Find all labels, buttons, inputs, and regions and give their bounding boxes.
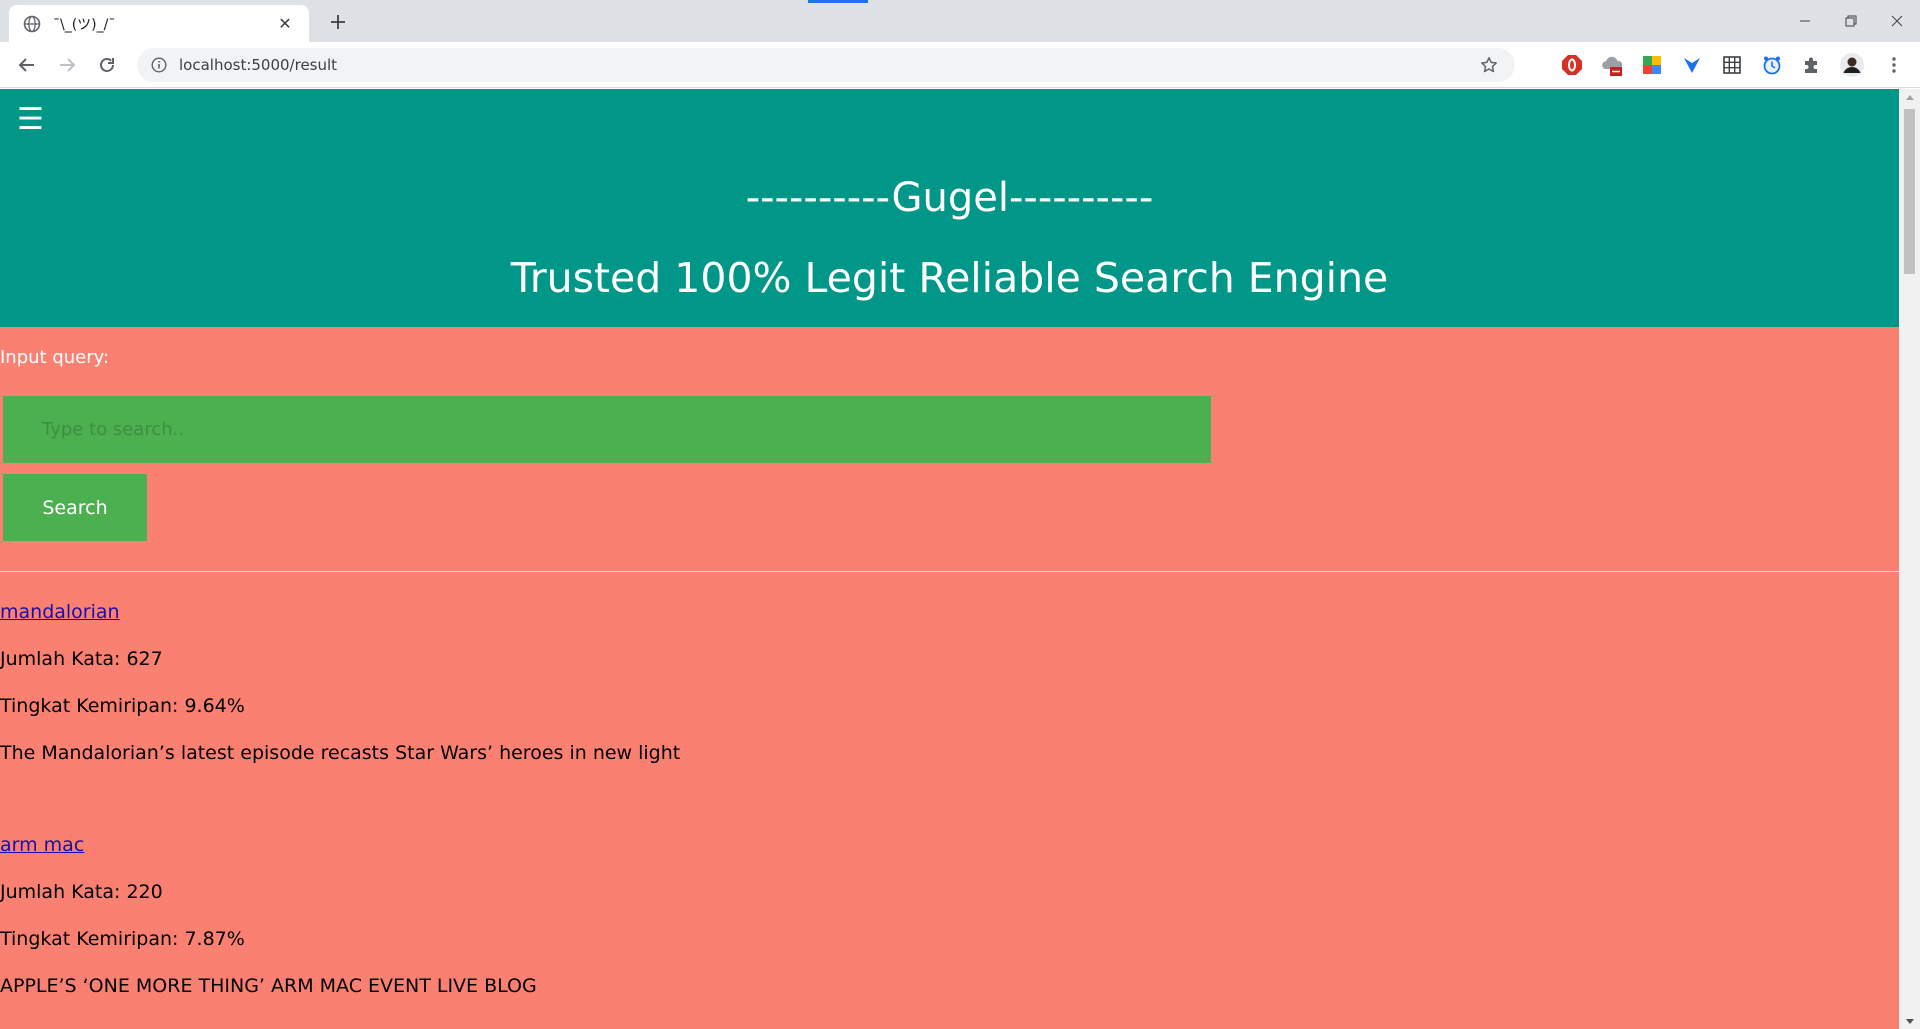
reload-icon <box>100 58 114 72</box>
colorful-extension-icon[interactable] <box>1640 53 1664 77</box>
result-item: mandalorian Jumlah Kata: 627 Tingkat Kem… <box>0 601 1899 834</box>
tab-strip: ¯\_(ツ)_/¯ ✕ <box>0 0 1920 42</box>
close-icon <box>1891 15 1903 27</box>
scroll-thumb[interactable] <box>1904 109 1915 274</box>
scroll-up-arrow-icon[interactable] <box>1899 89 1920 105</box>
reload-button[interactable] <box>93 51 121 79</box>
site-subtitle: Trusted 100% Legit Reliable Search Engin… <box>510 254 1389 302</box>
url-text[interactable]: localhost:5000/result <box>179 56 1477 74</box>
minimize-button[interactable] <box>1782 0 1828 42</box>
result-title-link[interactable]: arm mac <box>0 834 1899 881</box>
result-word-count: Jumlah Kata: 627 <box>0 648 163 670</box>
site-header: ☰ ----------Gugel---------- Trusted 100%… <box>0 89 1899 327</box>
scroll-down-arrow-icon[interactable] <box>1899 1013 1920 1029</box>
restore-icon <box>1845 15 1857 27</box>
opera-stop-icon[interactable] <box>1560 53 1584 77</box>
query-label: Input query: <box>0 347 110 368</box>
result-title-link[interactable]: mandalorian <box>0 601 1899 648</box>
search-button[interactable]: Search <box>3 474 147 541</box>
hamburger-menu-icon[interactable]: ☰ <box>17 105 44 135</box>
result-snippet: APPLE’S ‘ONE MORE THING’ ARM MAC EVENT L… <box>0 975 537 997</box>
puzzle-icon[interactable] <box>1800 53 1824 77</box>
result-snippet: The Mandalorian’s latest episode recasts… <box>0 742 681 764</box>
new-tab-button[interactable] <box>324 8 352 36</box>
globe-icon <box>23 15 41 33</box>
result-word-count: Jumlah Kata: 220 <box>0 881 163 903</box>
tab-strip-indicator <box>808 0 868 3</box>
forward-arrow-icon <box>60 58 76 72</box>
back-arrow-icon <box>18 58 34 72</box>
window-controls <box>1782 0 1920 42</box>
back-button[interactable] <box>13 51 41 79</box>
restore-button[interactable] <box>1828 0 1874 42</box>
browser-toolbar: localhost:5000/result <box>0 42 1920 88</box>
forward-button[interactable] <box>53 51 81 79</box>
minimize-icon <box>1800 20 1810 22</box>
page-scrollbar[interactable] <box>1899 89 1920 1029</box>
info-icon[interactable] <box>151 57 167 73</box>
search-input[interactable] <box>3 396 1211 463</box>
results-list: mandalorian Jumlah Kata: 627 Tingkat Kem… <box>0 601 1899 1029</box>
page-viewport: ☰ ----------Gugel---------- Trusted 100%… <box>0 89 1899 1029</box>
bird-extension-icon[interactable] <box>1680 53 1704 77</box>
site-title: ----------Gugel---------- <box>745 175 1154 221</box>
address-bar[interactable]: localhost:5000/result <box>137 48 1515 82</box>
close-window-button[interactable] <box>1874 0 1920 42</box>
plus-icon <box>331 15 345 29</box>
cloud-extension-icon[interactable] <box>1600 53 1624 77</box>
result-similarity: Tingkat Kemiripan: 7.87% <box>0 928 245 950</box>
result-similarity: Tingkat Kemiripan: 9.64% <box>0 695 245 717</box>
tab-close-icon[interactable]: ✕ <box>275 14 295 33</box>
grid-extension-icon[interactable] <box>1720 53 1744 77</box>
clock-extension-icon[interactable] <box>1760 53 1784 77</box>
kebab-menu-icon[interactable] <box>1882 53 1906 77</box>
profile-avatar[interactable] <box>1840 53 1864 77</box>
tab-title: ¯\_(ツ)_/¯ <box>53 16 116 33</box>
result-item: arm mac Jumlah Kata: 220 Tingkat Kemirip… <box>0 834 1899 1029</box>
divider <box>0 571 1899 572</box>
star-icon[interactable] <box>1477 53 1501 77</box>
browser-tab[interactable]: ¯\_(ツ)_/¯ ✕ <box>9 5 309 42</box>
